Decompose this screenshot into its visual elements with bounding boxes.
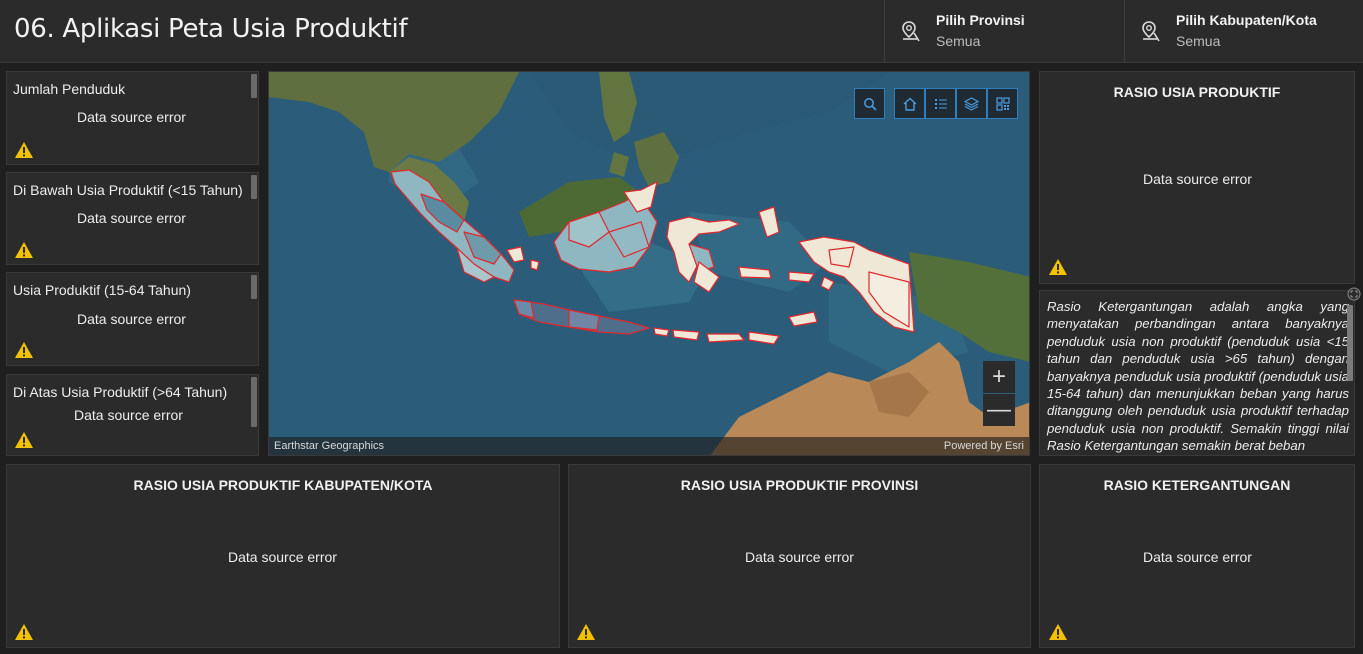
- map-view[interactable]: + — Earthstar Geographics Powered by Esr…: [268, 71, 1030, 456]
- province-selector-value: Semua: [936, 33, 981, 49]
- chart-rasio-kabupaten-kota: RASIO USIA PRODUKTIF KABUPATEN/KOTA Data…: [6, 464, 560, 648]
- scrollbar[interactable]: [251, 175, 257, 199]
- regency-selector-label: Pilih Kabupaten/Kota: [1176, 12, 1317, 28]
- rasio-usia-produktif-panel: RASIO USIA PRODUKTIF Data source error: [1039, 71, 1355, 284]
- map-layers-button[interactable]: [956, 88, 987, 119]
- map-attribution: Earthstar Geographics Powered by Esri: [269, 437, 1029, 455]
- warning-icon: [14, 341, 34, 359]
- error-message: Data source error: [745, 549, 854, 565]
- map-home-button[interactable]: [894, 88, 925, 119]
- map-legend-button[interactable]: [925, 88, 956, 119]
- rasio-ketergantungan-description: Rasio Ketergantungan adalah angka yang m…: [1047, 299, 1349, 454]
- qr-code-icon: [995, 96, 1010, 111]
- stat-card-bawah-usia-produktif: Di Bawah Usia Produktif (<15 Tahun) Data…: [6, 172, 259, 265]
- scrollbar[interactable]: [251, 275, 257, 299]
- chart-title: RASIO USIA PRODUKTIF PROVINSI: [680, 477, 919, 493]
- map-search-button[interactable]: [854, 88, 885, 119]
- attribution-powered-by[interactable]: Powered by Esri: [944, 440, 1024, 452]
- warning-icon: [14, 241, 34, 259]
- warning-icon: [1048, 258, 1068, 276]
- regency-selector[interactable]: Pilih Kabupaten/Kota Semua: [1124, 0, 1363, 62]
- error-message: Data source error: [1143, 171, 1252, 187]
- expand-icon[interactable]: [1347, 287, 1361, 301]
- error-message: Data source error: [74, 407, 183, 423]
- warning-icon: [14, 431, 34, 449]
- error-message: Data source error: [77, 109, 186, 125]
- province-selector-label: Pilih Provinsi: [936, 12, 1025, 28]
- satellite-basemap: [269, 72, 1029, 455]
- description-panel: Rasio Ketergantungan adalah angka yang m…: [1039, 290, 1355, 456]
- stat-card-atas-usia-produktif: Di Atas Usia Produktif (>64 Tahun) Data …: [6, 374, 259, 456]
- error-message: Data source error: [1143, 549, 1252, 565]
- warning-icon: [1048, 623, 1068, 641]
- warning-icon: [14, 141, 34, 159]
- stat-card-title: Usia Produktif (15-64 Tahun): [13, 282, 191, 298]
- error-message: Data source error: [77, 311, 186, 327]
- stat-card-title: Di Bawah Usia Produktif (<15 Tahun): [13, 182, 243, 198]
- error-message: Data source error: [77, 210, 186, 226]
- chart-rasio-ketergantungan: RASIO KETERGANTUNGAN Data source error: [1039, 464, 1355, 648]
- description-scrollbar[interactable]: [1347, 305, 1353, 381]
- stat-card-title: Jumlah Penduduk: [13, 81, 126, 97]
- map-qr-button[interactable]: [987, 88, 1018, 119]
- app-header: 06. Aplikasi Peta Usia Produktif Pilih P…: [0, 0, 1363, 63]
- warning-icon: [576, 623, 596, 641]
- zoom-out-button[interactable]: —: [983, 394, 1015, 426]
- app-title: 06. Aplikasi Peta Usia Produktif: [14, 14, 408, 44]
- stat-card-title: Di Atas Usia Produktif (>64 Tahun): [13, 384, 228, 400]
- home-icon: [903, 97, 916, 111]
- chart-title: RASIO USIA PRODUKTIF KABUPATEN/KOTA: [133, 477, 433, 493]
- stat-card-usia-produktif: Usia Produktif (15-64 Tahun) Data source…: [6, 272, 259, 366]
- warning-icon: [14, 623, 34, 641]
- chart-rasio-provinsi: RASIO USIA PRODUKTIF PROVINSI Data sourc…: [568, 464, 1031, 648]
- scrollbar[interactable]: [251, 377, 257, 427]
- error-message: Data source error: [228, 549, 337, 565]
- scrollbar[interactable]: [251, 74, 257, 98]
- stat-card-jumlah-penduduk: Jumlah Penduduk Data source error: [6, 71, 259, 165]
- location-pin-icon: [1141, 20, 1161, 42]
- legend-list-icon: [934, 98, 947, 109]
- search-icon: [863, 97, 877, 111]
- attribution-source: Earthstar Geographics: [274, 440, 385, 452]
- zoom-in-button[interactable]: +: [983, 361, 1015, 393]
- location-pin-icon: [901, 20, 921, 42]
- panel-title: RASIO USIA PRODUKTIF: [1113, 84, 1281, 100]
- layers-icon: [964, 96, 979, 111]
- chart-title: RASIO KETERGANTUNGAN: [1103, 477, 1291, 493]
- regency-selector-value: Semua: [1176, 33, 1221, 49]
- province-selector[interactable]: Pilih Provinsi Semua: [884, 0, 1124, 62]
